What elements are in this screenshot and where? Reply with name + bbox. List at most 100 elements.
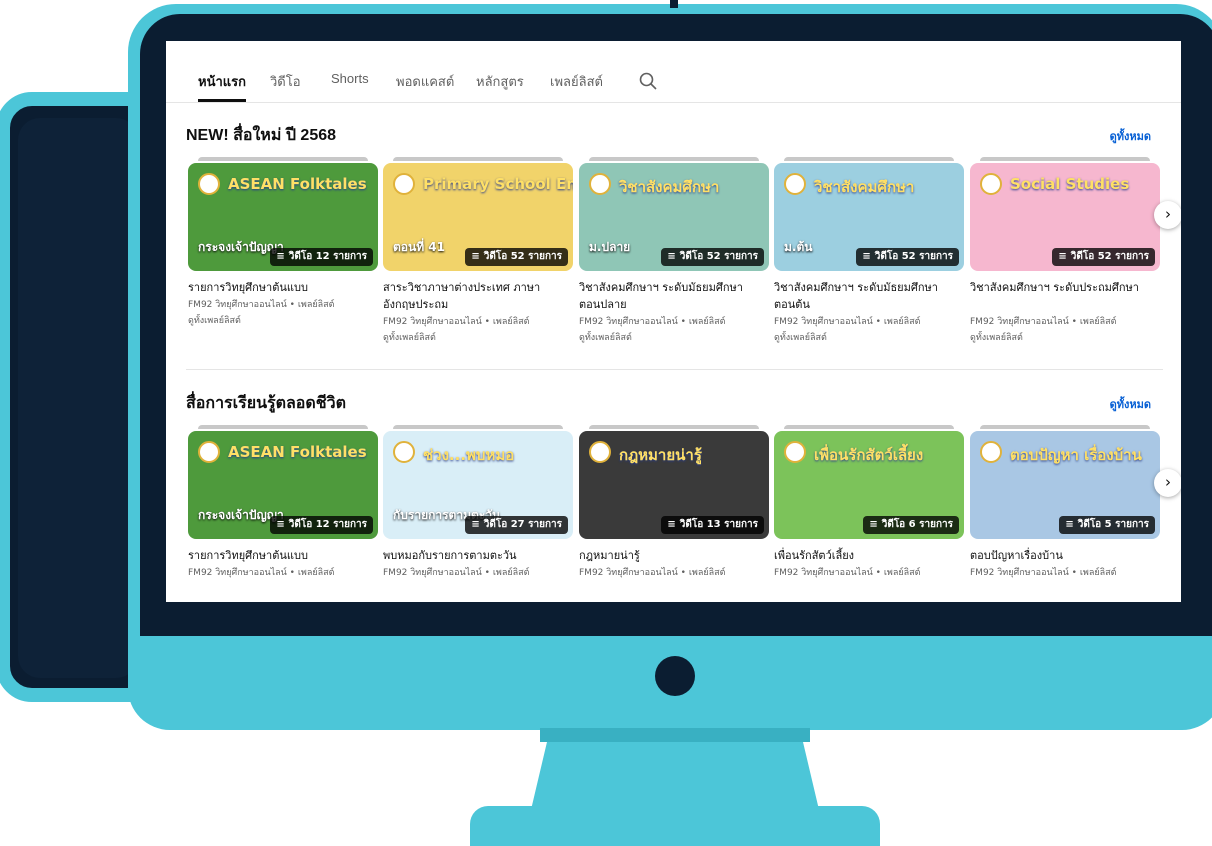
playlist-stack-edge [980, 157, 1150, 161]
tab-courses[interactable]: หลักสูตร [476, 71, 524, 92]
playlist-icon: ≡ [862, 251, 871, 262]
playlist-thumbnail[interactable]: Social Studies ≡ วิดีโอ 52 รายการ [970, 163, 1160, 271]
channel-meta[interactable]: FM92 วิทยุศึกษาออนไลน์ • เพลย์ลิสต์ [188, 298, 378, 313]
tab-home[interactable]: หน้าแรก [198, 71, 246, 92]
video-count-badge: ≡ วิดีโอ 5 รายการ [1059, 516, 1155, 534]
playlist-icon: ≡ [471, 251, 480, 262]
playlist-title[interactable]: เพื่อนรักสัตว์เลี้ยง [774, 547, 959, 564]
playlist-title[interactable]: วิชาสังคมศึกษาฯ ระดับประถมศึกษา [970, 279, 1155, 296]
playlist-title[interactable]: สาระวิชาภาษาต่างประเทศ ภาษาอังกฤษประถม [383, 279, 568, 313]
channel-tabs: หน้าแรก วิดีโอ Shorts พอดแคสต์ หลักสูตร … [166, 41, 1181, 103]
thumbnail-title: เพื่อนรักสัตว์เลี้ยง [814, 446, 924, 464]
thumbnail-title: Social Studies [1010, 175, 1130, 193]
next-arrow-button[interactable]: › [1154, 201, 1181, 229]
channel-meta[interactable]: FM92 วิทยุศึกษาออนไลน์ • เพลย์ลิสต์ [774, 315, 964, 330]
view-full-playlist-link[interactable]: ดูทั้งเพลย์ลิสต์ [774, 331, 964, 346]
tab-podcasts[interactable]: พอดแคสต์ [396, 71, 454, 92]
view-full-playlist-link[interactable]: ดูทั้งเพลย์ลิสต์ [579, 331, 769, 346]
channel-meta[interactable]: FM92 วิทยุศึกษาออนไลน์ • เพลย์ลิสต์ [579, 566, 769, 581]
playlist-stack-edge [784, 157, 954, 161]
thumbnail-subtitle: ม.ต้น [784, 240, 813, 254]
thumbnail-title: ช่วง...พบหมอ [423, 446, 515, 464]
playlist-stack-edge [784, 425, 954, 429]
playlist-title[interactable]: รายการวิทยุศึกษาต้นแบบ [188, 547, 373, 564]
playlist-thumbnail[interactable]: กฎหมายน่ารู้ ≡ วิดีโอ 13 รายการ [579, 431, 769, 539]
playlist-title[interactable]: ตอบปัญหาเรื่องบ้าน [970, 547, 1155, 564]
playlist-title[interactable]: รายการวิทยุศึกษาต้นแบบ [188, 279, 373, 296]
channel-meta[interactable]: FM92 วิทยุศึกษาออนไลน์ • เพลย์ลิสต์ [383, 315, 573, 330]
playlist-icon: ≡ [1065, 519, 1074, 530]
playlist-stack-edge [198, 425, 368, 429]
playlist-thumbnail[interactable]: ตอบปัญหา เรื่องบ้าน ≡ วิดีโอ 5 รายการ [970, 431, 1160, 539]
channel-meta[interactable]: FM92 วิทยุศึกษาออนไลน์ • เพลย์ลิสต์ [970, 315, 1160, 330]
playlist-icon: ≡ [869, 519, 878, 530]
playlist-thumbnail[interactable]: Primary School English ตอนที่ 41 ≡วิดีโอ 5… [383, 163, 573, 271]
playlist-title[interactable]: วิชาสังคมศึกษาฯ ระดับมัธยมศึกษาตอนต้น [774, 279, 959, 313]
video-count: วิดีโอ 27 รายการ [483, 519, 562, 530]
tab-playlists[interactable]: เพลย์ลิสต์ [550, 71, 603, 92]
school-logo-icon [393, 173, 415, 195]
playlist-icon: ≡ [667, 519, 676, 530]
playlist-thumbnail[interactable]: วิชาสังคมศึกษา ม.ปลาย ≡ วิดีโอ 52 รายการ [579, 163, 769, 271]
playlist-thumbnail[interactable]: เพื่อนรักสัตว์เลี้ยง ≡ วิดีโอ 6 รายการ [774, 431, 964, 539]
video-count: วิดีโอ 52 รายการ [483, 251, 562, 262]
channel-meta[interactable]: FM92 วิทยุศึกษาออนไลน์ • เพลย์ลิสต์ [188, 566, 378, 581]
active-tab-indicator [198, 99, 246, 102]
view-full-playlist-link[interactable]: ดูทั้งเพลย์ลิสต์ [970, 331, 1160, 346]
section-title-new: NEW! สื่อใหม่ ปี 2568 [186, 127, 337, 144]
section-title-lifelong: สื่อการเรียนรู้ตลอดชีวิต [186, 395, 347, 412]
tab-videos[interactable]: วิดีโอ [270, 71, 301, 92]
video-count: วิดีโอ 12 รายการ [288, 251, 367, 262]
playlist-thumbnail[interactable]: ASEAN Folktales กระจงเจ้าปัญญา ≡ วิดีโอ 12 … [188, 431, 378, 539]
school-logo-icon [784, 441, 806, 463]
playlist-title[interactable]: พบหมอกับรายการตามตะวัน [383, 547, 568, 564]
channel-meta[interactable]: FM92 วิทยุศึกษาออนไลน์ • เพลย์ลิสต์ [970, 566, 1160, 581]
video-count-badge: ≡ วิดีโอ 52 รายการ [1052, 248, 1155, 266]
video-count: วิดีโอ 5 รายการ [1077, 519, 1149, 530]
thumbnail-title: Primary School English [423, 175, 573, 193]
video-count-badge: ≡ วิดีโอ 27 รายการ [465, 516, 568, 534]
video-count: วิดีโอ 12 รายการ [288, 519, 367, 530]
playlist-stack-edge [393, 157, 563, 161]
video-count: วิดีโอ 52 รายการ [1070, 251, 1149, 262]
video-count: วิดีโอ 6 รายการ [881, 519, 953, 530]
video-count-badge: ≡ วิดีโอ 52 รายการ [661, 248, 764, 266]
school-logo-icon [980, 173, 1002, 195]
search-icon[interactable] [638, 71, 658, 91]
playlist-thumbnail[interactable]: ASEAN Folktales กระจงเจ้าปัญญา ≡ วิดีโอ 12 … [188, 163, 378, 271]
thumbnail-subtitle: ตอนที่ 41 [393, 240, 445, 254]
playlist-thumbnail[interactable]: ช่วง...พบหมอ กับรายการตามตะวัน ≡ วิดีโอ 27 … [383, 431, 573, 539]
channel-meta[interactable]: FM92 วิทยุศึกษาออนไลน์ • เพลย์ลิสต์ [579, 315, 769, 330]
video-count-badge: ≡ วิดีโอ 6 รายการ [863, 516, 959, 534]
power-button [655, 656, 695, 696]
background-monitor-screen [18, 118, 138, 678]
playlist-icon: ≡ [667, 251, 676, 262]
monitor-webcam [670, 0, 678, 8]
channel-page: หน้าแรก วิดีโอ Shorts พอดแคสต์ หลักสูตร … [166, 41, 1181, 602]
video-count-badge: ≡ วิดีโอ 52 รายการ [465, 248, 568, 266]
playlist-icon: ≡ [276, 519, 285, 530]
view-full-playlist-link[interactable]: ดูทั้งเพลย์ลิสต์ [188, 314, 378, 329]
video-count-badge: ≡ วิดีโอ 12 รายการ [270, 248, 373, 266]
monitor-stand-shadow [540, 728, 810, 742]
thumbnail-subtitle: ม.ปลาย [589, 240, 631, 254]
thumbnail-title: กฎหมายน่ารู้ [619, 446, 702, 464]
view-full-playlist-link[interactable]: ดูทั้งเพลย์ลิสต์ [383, 331, 573, 346]
see-all-button[interactable]: ดูทั้งหมด [1110, 127, 1151, 145]
channel-meta[interactable]: FM92 วิทยุศึกษาออนไลน์ • เพลย์ลิสต์ [774, 566, 964, 581]
school-logo-icon [393, 441, 415, 463]
playlist-title[interactable]: วิชาสังคมศึกษาฯ ระดับมัธยมศึกษาตอนปลาย [579, 279, 764, 313]
section-divider [186, 369, 1163, 370]
school-logo-icon [589, 173, 611, 195]
playlist-thumbnail[interactable]: วิชาสังคมศึกษา ม.ต้น ≡ วิดีโอ 52 รายการ [774, 163, 964, 271]
playlist-icon: ≡ [1058, 251, 1067, 262]
channel-meta[interactable]: FM92 วิทยุศึกษาออนไลน์ • เพลย์ลิสต์ [383, 566, 573, 581]
tab-shorts[interactable]: Shorts [331, 71, 369, 86]
playlist-stack-edge [589, 157, 759, 161]
video-count-badge: ≡ วิดีโอ 12 รายการ [270, 516, 373, 534]
next-arrow-button[interactable]: › [1154, 469, 1181, 497]
thumbnail-title: ตอบปัญหา เรื่องบ้าน [1010, 446, 1142, 464]
video-count: วิดีโอ 13 รายการ [679, 519, 758, 530]
playlist-title[interactable]: กฎหมายน่ารู้ [579, 547, 764, 564]
see-all-button[interactable]: ดูทั้งหมด [1110, 395, 1151, 413]
